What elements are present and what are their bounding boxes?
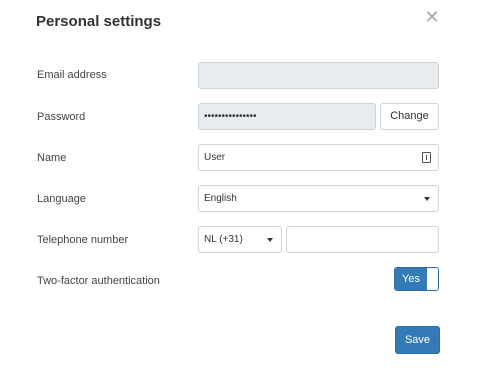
dialog-title: Personal settings (36, 13, 162, 30)
telephone-input[interactable] (286, 226, 439, 253)
save-button[interactable]: Save (395, 326, 440, 354)
chevron-down-icon (424, 197, 430, 201)
name-field[interactable]: User (198, 144, 439, 171)
close-icon[interactable]: ✕ (423, 8, 441, 26)
contact-card-icon (422, 152, 431, 163)
name-value: User (204, 152, 226, 163)
language-select[interactable]: English (198, 185, 439, 212)
change-password-button[interactable]: Change (380, 103, 439, 130)
two-factor-label: Two-factor authentication (37, 275, 160, 287)
two-factor-toggle[interactable]: Yes (394, 267, 439, 291)
toggle-knob (427, 268, 438, 290)
country-code-select[interactable]: NL (+31) (198, 226, 282, 253)
name-label: Name (37, 152, 67, 164)
language-value: English (204, 193, 237, 204)
password-field[interactable]: ••••••••••••••• (198, 103, 376, 130)
toggle-on-label: Yes (395, 268, 427, 290)
language-label: Language (37, 193, 86, 205)
telephone-label: Telephone number (37, 234, 129, 246)
country-code-value: NL (+31) (204, 234, 243, 245)
personal-settings-dialog: Personal settings ✕ Email address Passwo… (0, 0, 480, 370)
email-field[interactable] (198, 62, 439, 89)
password-label: Password (37, 111, 86, 123)
email-label: Email address (37, 69, 107, 81)
chevron-down-icon (267, 238, 273, 242)
